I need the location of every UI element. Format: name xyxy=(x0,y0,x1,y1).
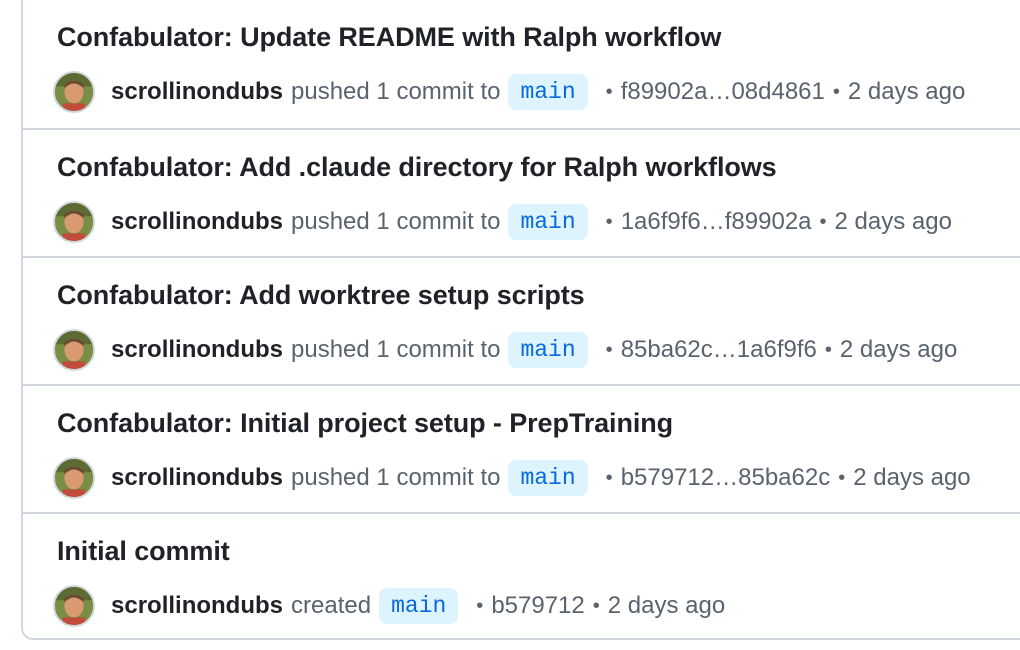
activity-item: Confabulator: Add worktree setup scripts… xyxy=(23,256,1020,384)
user-link[interactable]: scrollinondubs xyxy=(111,336,283,364)
avatar[interactable] xyxy=(53,585,95,627)
separator-dot: • xyxy=(824,338,832,361)
avatar[interactable] xyxy=(53,201,95,243)
action-text: pushed 1 commit to xyxy=(291,464,501,491)
action-text: pushed 1 commit to xyxy=(291,336,501,363)
branch-badge[interactable]: main xyxy=(508,332,588,368)
commit-link[interactable]: b579712 xyxy=(491,592,584,620)
activity-meta: scrollinondubs created main • b579712 • … xyxy=(53,584,725,628)
avatar[interactable] xyxy=(53,457,95,499)
branch-badge[interactable]: main xyxy=(379,588,459,624)
activity-title[interactable]: Confabulator: Add worktree setup scripts xyxy=(57,280,585,311)
branch-badge[interactable]: main xyxy=(508,74,588,110)
avatar[interactable] xyxy=(53,329,95,371)
user-link[interactable]: scrollinondubs xyxy=(111,592,283,620)
activity-item: Confabulator: Add .claude directory for … xyxy=(23,128,1020,256)
avatar[interactable] xyxy=(53,71,95,113)
activity-title[interactable]: Confabulator: Initial project setup - Pr… xyxy=(57,408,673,439)
separator-dot: • xyxy=(832,80,840,103)
timestamp: 2 days ago xyxy=(834,208,952,235)
activity-title[interactable]: Confabulator: Add .claude directory for … xyxy=(57,152,777,183)
commit-range-link[interactable]: 1a6f9f6…f89902a xyxy=(621,208,812,236)
separator-dot: • xyxy=(592,594,600,617)
activity-item: Confabulator: Initial project setup - Pr… xyxy=(23,384,1020,512)
activity-meta: scrollinondubs pushed 1 commit to main •… xyxy=(53,456,971,500)
timestamp: 2 days ago xyxy=(847,78,966,105)
user-link[interactable]: scrollinondubs xyxy=(111,464,283,492)
separator-dot: • xyxy=(605,338,613,361)
timestamp: 2 days ago xyxy=(839,336,958,363)
separator-dot: • xyxy=(605,210,613,233)
commit-range-link[interactable]: 85ba62c…1a6f9f6 xyxy=(621,336,817,364)
action-text: pushed 1 commit to xyxy=(291,78,501,105)
user-link[interactable]: scrollinondubs xyxy=(111,208,283,236)
action-text: pushed 1 commit to xyxy=(291,208,501,235)
activity-meta: scrollinondubs pushed 1 commit to main •… xyxy=(53,70,965,114)
timestamp: 2 days ago xyxy=(853,464,971,491)
timestamp: 2 days ago xyxy=(607,592,726,619)
separator-dot: • xyxy=(838,466,846,489)
commit-range-link[interactable]: f89902a…08d4861 xyxy=(621,78,825,106)
separator-dot: • xyxy=(819,210,827,233)
branch-badge[interactable]: main xyxy=(508,204,588,240)
activity-title[interactable]: Confabulator: Update README with Ralph w… xyxy=(57,22,721,53)
branch-badge[interactable]: main xyxy=(508,460,588,496)
user-link[interactable]: scrollinondubs xyxy=(111,78,283,106)
activity-meta: scrollinondubs pushed 1 commit to main •… xyxy=(53,200,952,244)
separator-dot: • xyxy=(605,466,613,489)
activity-list: Confabulator: Update README with Ralph w… xyxy=(21,0,1020,640)
activity-item: Confabulator: Update README with Ralph w… xyxy=(23,0,1020,128)
separator-dot: • xyxy=(605,80,613,103)
activity-meta: scrollinondubs pushed 1 commit to main •… xyxy=(53,328,957,372)
commit-range-link[interactable]: b579712…85ba62c xyxy=(621,464,831,492)
activity-item: Initial commit scrollinondubs created ma… xyxy=(23,512,1020,640)
activity-title[interactable]: Initial commit xyxy=(57,536,230,567)
action-text: created xyxy=(291,592,372,619)
separator-dot: • xyxy=(476,594,484,617)
